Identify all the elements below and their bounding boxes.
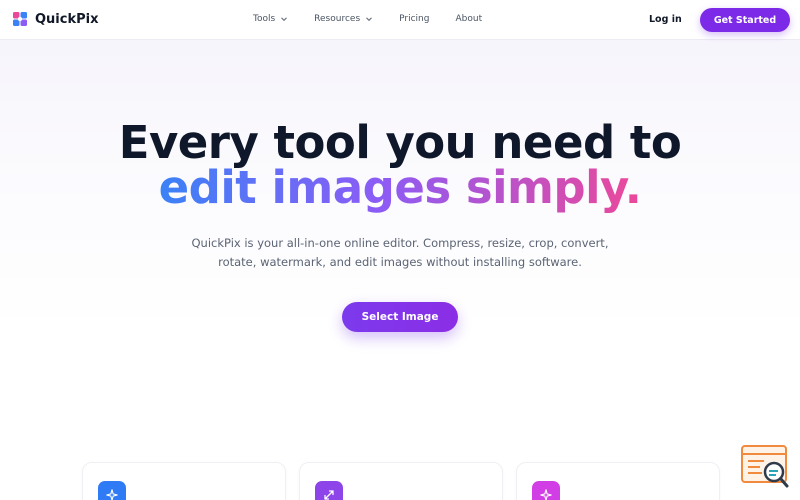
feature-card[interactable] — [82, 462, 286, 500]
hero-subtitle-line2: rotate, watermark, and edit images witho… — [218, 255, 582, 269]
get-started-button[interactable]: Get Started — [700, 8, 790, 32]
hero-title-line2: edit images simply. — [0, 163, 800, 213]
chevron-down-icon — [366, 17, 373, 22]
feature-card[interactable] — [299, 462, 503, 500]
sparkle-icon — [532, 481, 560, 500]
sparkle-icon — [98, 481, 126, 500]
brand-name: QuickPix — [35, 11, 99, 27]
main-nav: Tools Resources Pricing About — [253, 14, 482, 24]
nav-about[interactable]: About — [455, 14, 482, 24]
select-image-button[interactable]: Select Image — [342, 302, 458, 332]
hero-title-gradient: edit images simply. — [158, 161, 642, 214]
quickpix-logo-icon — [13, 12, 27, 26]
nav-resources-label: Resources — [314, 14, 361, 24]
login-link[interactable]: Log in — [649, 14, 682, 25]
nav-about-label: About — [455, 14, 483, 24]
hero-subtitle-line1: QuickPix is your all-in-one online edito… — [191, 236, 609, 250]
nav-pricing-label: Pricing — [399, 14, 430, 24]
resize-arrows-icon — [315, 481, 343, 500]
hero-subtitle: QuickPix is your all-in-one online edito… — [150, 234, 650, 272]
chevron-down-icon — [281, 17, 288, 22]
nav-resources[interactable]: Resources — [314, 14, 373, 24]
top-navbar: QuickPix Tools Resources Pricing About L… — [0, 0, 800, 40]
nav-pricing[interactable]: Pricing — [399, 14, 429, 24]
nav-tools-label: Tools — [253, 14, 276, 24]
brand-logo[interactable]: QuickPix — [12, 11, 98, 27]
search-document-widget[interactable] — [740, 444, 792, 492]
search-document-icon — [741, 445, 789, 488]
feature-card[interactable] — [516, 462, 720, 500]
nav-tools[interactable]: Tools — [253, 14, 288, 24]
